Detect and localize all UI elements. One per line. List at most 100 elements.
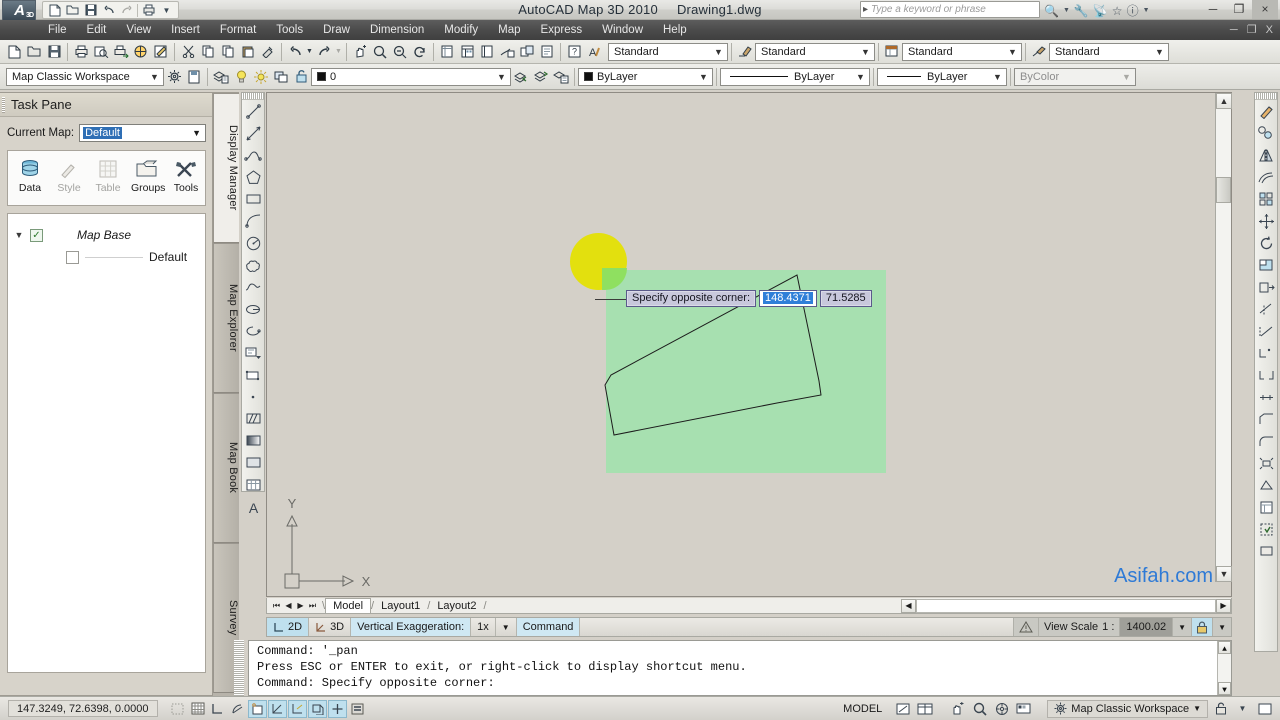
tab-map-explorer[interactable]: Map Explorer xyxy=(213,243,239,393)
expand-collapse-icon[interactable]: ▼ xyxy=(8,230,30,240)
insert-block-icon[interactable] xyxy=(242,342,264,364)
chevron-down-icon[interactable]: ▼ xyxy=(712,47,725,57)
markup-set-icon[interactable] xyxy=(517,42,537,62)
chevron-down-icon[interactable]: ▼ xyxy=(1193,704,1201,713)
view-scale-value[interactable]: 1400.02 xyxy=(1119,618,1173,636)
multileader-style-combo[interactable]: Standard ▼ xyxy=(1049,42,1169,61)
dimension-style-combo[interactable]: Standard ▼ xyxy=(755,42,875,61)
chevron-down-icon[interactable]: ▼ xyxy=(305,42,314,62)
menu-item-format[interactable]: Format xyxy=(210,22,266,38)
save-icon[interactable] xyxy=(44,42,64,62)
spline-icon[interactable] xyxy=(242,276,264,298)
doc-close-button[interactable]: X xyxy=(1266,24,1276,36)
move-icon[interactable] xyxy=(1255,210,1277,232)
quick-access-toolbar[interactable]: ▼ xyxy=(42,1,179,19)
space-toggle[interactable]: MODEL xyxy=(835,703,890,715)
status-bar[interactable]: 147.3249, 72.6398, 0.0000 MODEL Map Clas… xyxy=(0,696,1280,720)
chevron-down-icon[interactable]: ▼ xyxy=(495,72,508,82)
toolbar-grip[interactable] xyxy=(1255,93,1277,100)
more-tools-icon[interactable] xyxy=(1255,540,1277,562)
circle-icon[interactable] xyxy=(242,232,264,254)
menu-item-view[interactable]: View xyxy=(116,22,161,38)
drafting-toggles[interactable] xyxy=(168,699,367,718)
layer-previous-icon[interactable] xyxy=(511,67,531,87)
task-pane-groups-button[interactable]: Groups xyxy=(131,156,165,194)
coordinate-display[interactable]: 147.3249, 72.6398, 0.0000 xyxy=(8,700,158,717)
chevron-down-icon[interactable]: ▼ xyxy=(334,42,343,62)
canvas-vertical-scrollbar[interactable]: ▲ ▼ xyxy=(1215,93,1232,582)
multileader-style-icon[interactable] xyxy=(1029,42,1049,62)
point-icon[interactable] xyxy=(242,386,264,408)
tooltip-y-field[interactable]: 71.5285 xyxy=(819,290,872,307)
command-line[interactable]: Command: '_pan Press ESC or ENTER to exi… xyxy=(248,640,1232,696)
first-layout-button[interactable]: ⏮ xyxy=(271,601,282,611)
chevron-down-icon[interactable]: ▼ xyxy=(192,128,203,138)
showmotion-icon[interactable] xyxy=(1014,700,1033,718)
document-window-controls[interactable]: ─ ❐ X xyxy=(1230,23,1276,36)
scroll-up-arrow-icon[interactable]: ▲ xyxy=(1216,93,1232,109)
ucs-icon[interactable] xyxy=(288,699,307,718)
task-pane-tools-button[interactable]: Tools xyxy=(170,156,202,194)
workspace-settings-gear-icon[interactable] xyxy=(164,67,184,87)
erase-icon[interactable] xyxy=(1255,100,1277,122)
polar-icon[interactable] xyxy=(228,700,247,718)
modify-toolbar[interactable] xyxy=(1254,92,1278,652)
save-icon[interactable] xyxy=(82,3,99,18)
undo-icon[interactable] xyxy=(100,3,117,18)
model-space-canvas[interactable]: Specify opposite corner: 148.4371 71.528… xyxy=(267,93,1231,596)
break-icon[interactable] xyxy=(1255,364,1277,386)
tab-map-book[interactable]: Map Book xyxy=(213,393,239,543)
pan-realtime-icon[interactable] xyxy=(350,42,370,62)
doc-restore-button[interactable]: ❐ xyxy=(1247,24,1260,36)
menu-item-file[interactable]: File xyxy=(38,22,77,38)
task-pane-toolbar[interactable]: Data Style Table Groups Tools xyxy=(7,150,206,206)
stretch-icon[interactable] xyxy=(1255,276,1277,298)
task-pane-tab-strip[interactable]: Display Manager Map Explorer Map Book Su… xyxy=(213,92,239,696)
menu-item-modify[interactable]: Modify xyxy=(434,22,488,38)
menu-item-dimension[interactable]: Dimension xyxy=(360,22,434,38)
layout-tabs[interactable]: \ Model / Layout1 / Layout2 / xyxy=(322,598,487,613)
scroll-right-arrow-icon[interactable]: ▶ xyxy=(1216,598,1231,613)
publish-web-icon[interactable] xyxy=(131,42,151,62)
paste-icon[interactable] xyxy=(238,42,258,62)
menu-item-insert[interactable]: Insert xyxy=(161,22,210,38)
scroll-left-arrow-icon[interactable]: ◀ xyxy=(901,598,916,613)
toolbar-lock-icon[interactable] xyxy=(1211,700,1230,718)
clean-screen-icon[interactable] xyxy=(1255,700,1274,718)
model-viewport-icon[interactable] xyxy=(893,700,912,718)
wrench-icon[interactable]: 🔧 xyxy=(1074,4,1089,18)
communication-center-icon[interactable]: 📡 xyxy=(1093,4,1108,18)
view-scale-more-dropdown[interactable]: ▼ xyxy=(1212,618,1231,636)
layer-properties-manager-icon[interactable] xyxy=(211,67,231,87)
task-pane-data-button[interactable]: Data xyxy=(14,156,46,194)
rotate-icon[interactable] xyxy=(1255,232,1277,254)
snap-icon[interactable] xyxy=(168,700,187,718)
command-line-grip[interactable] xyxy=(234,640,244,696)
zoom-window-icon[interactable] xyxy=(390,42,410,62)
tooltip-x-field[interactable]: 148.4371 xyxy=(759,290,817,307)
explode-icon[interactable] xyxy=(1255,452,1277,474)
chevron-down-icon[interactable]: ▼ xyxy=(148,72,161,82)
tab-model[interactable]: Model xyxy=(325,598,372,613)
mode-3d-button[interactable]: 3D xyxy=(309,618,352,636)
undo-icon[interactable] xyxy=(285,42,305,62)
linetype-combo[interactable]: ByLayer ▼ xyxy=(720,67,870,86)
dynamic-input-tooltip[interactable]: Specify opposite corner: 148.4371 71.528… xyxy=(595,290,872,307)
properties-icon[interactable] xyxy=(1255,496,1277,518)
layer-lock-viewport-icon[interactable] xyxy=(271,67,291,87)
pan-icon[interactable] xyxy=(948,700,967,718)
quick-select-icon[interactable] xyxy=(1255,518,1277,540)
chevron-down-icon[interactable]: ▼ xyxy=(697,72,710,82)
ellipse-icon[interactable] xyxy=(242,298,264,320)
text-style-icon[interactable]: A xyxy=(584,42,604,62)
task-pane-style-button[interactable]: Style xyxy=(53,156,85,194)
ortho-icon[interactable] xyxy=(208,700,227,718)
layer-unlock-icon[interactable] xyxy=(291,67,311,87)
region-icon[interactable] xyxy=(242,452,264,474)
chevron-down-icon[interactable]: ▼ xyxy=(854,72,867,82)
menu-item-help[interactable]: Help xyxy=(653,22,697,38)
layout-nav-buttons[interactable]: ⏮ ◀ ▶ ⏭ xyxy=(267,601,318,611)
menu-item-tools[interactable]: Tools xyxy=(266,22,313,38)
zoom-realtime-icon[interactable] xyxy=(370,42,390,62)
title-icon-group[interactable]: 🔍 ▼ 🔧 📡 ☆ ⓘ ▼ xyxy=(1044,2,1150,19)
